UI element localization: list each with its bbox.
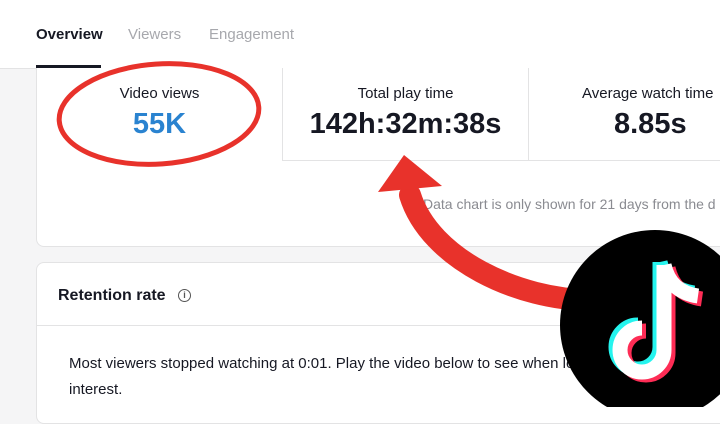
annotation-arrowhead — [378, 155, 442, 192]
tiktok-logo — [560, 230, 720, 407]
highlight-circle — [56, 61, 262, 167]
annotation-arrow — [399, 184, 601, 311]
annotation-overlay — [56, 61, 720, 407]
